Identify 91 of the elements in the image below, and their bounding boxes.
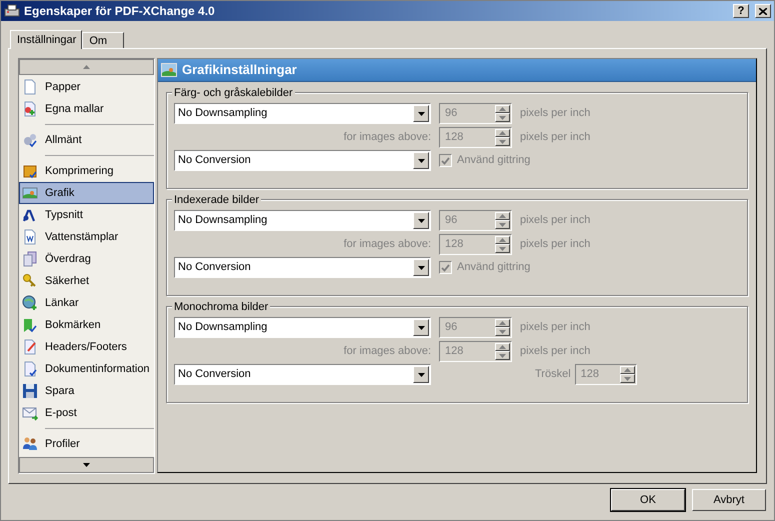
cancel-button[interactable]: Avbryt bbox=[692, 489, 766, 511]
bookmark-icon bbox=[22, 317, 38, 333]
sidebar-item[interactable]: Säkerhet bbox=[19, 270, 154, 292]
sidebar-item[interactable]: Headers/Footers bbox=[19, 336, 154, 358]
sidebar-item[interactable]: Dokumentinformation bbox=[19, 358, 154, 380]
up-arrow-icon bbox=[499, 345, 506, 349]
threshold-label: for images above: bbox=[342, 237, 431, 252]
window-title: Egenskaper för PDF-XChange 4.0 bbox=[24, 3, 216, 20]
up-arrow-icon bbox=[624, 368, 631, 372]
down-arrow-icon bbox=[499, 354, 506, 358]
tab[interactable]: Inställningar bbox=[10, 30, 82, 49]
threshold-label: for images above: bbox=[342, 130, 431, 146]
envelope-icon bbox=[22, 405, 38, 421]
down-arrow-icon bbox=[499, 140, 506, 144]
up-arrow-icon bbox=[499, 321, 506, 325]
unit-label: pixels per inch bbox=[520, 213, 590, 228]
caret-icon bbox=[418, 218, 424, 222]
checkbox-label: Använd gittring bbox=[457, 153, 530, 168]
sidebar-item[interactable]: Överdrag bbox=[19, 248, 154, 270]
dropdown[interactable]: No Conversion bbox=[174, 150, 431, 171]
group-title: Färg- och gråskalebilder bbox=[172, 85, 295, 102]
caret-icon bbox=[418, 158, 424, 162]
unit-label: pixels per inch bbox=[520, 320, 590, 336]
up-arrow-icon bbox=[499, 238, 506, 242]
down-arrow-icon bbox=[499, 116, 506, 120]
up-arrow-icon bbox=[499, 107, 506, 111]
down-arrow-icon bbox=[624, 376, 631, 380]
down-arrow-icon bbox=[83, 463, 90, 467]
dropdown-button[interactable] bbox=[413, 319, 429, 336]
unit-label: pixels per inch bbox=[520, 106, 590, 122]
close-icon bbox=[759, 8, 767, 14]
sidebar-item[interactable]: E-post bbox=[19, 402, 154, 424]
threshold-label: for images above: bbox=[342, 344, 431, 360]
sidebar-item[interactable]: Vattenstämplar bbox=[19, 226, 154, 248]
pages-icon bbox=[22, 251, 38, 267]
landscape-icon bbox=[161, 63, 177, 77]
help-button[interactable]: ? bbox=[733, 4, 749, 18]
document-icon bbox=[22, 229, 38, 245]
dropdown-button[interactable] bbox=[413, 366, 429, 383]
dropdown-button[interactable] bbox=[413, 105, 429, 122]
sidebar-item[interactable]: Länkar bbox=[19, 292, 154, 314]
sidebar-item[interactable]: Profiler bbox=[19, 433, 154, 455]
sidebar-item[interactable]: Egna mallar bbox=[19, 98, 154, 120]
sidebar-item[interactable]: Bokmärken bbox=[19, 314, 154, 336]
checkmark-icon bbox=[441, 264, 450, 272]
sidebar-item[interactable]: Allmänt bbox=[19, 129, 154, 151]
landscape-icon bbox=[22, 185, 38, 201]
page-check-icon bbox=[22, 361, 38, 377]
down-arrow-icon bbox=[499, 222, 506, 226]
dropdown[interactable]: No Downsampling bbox=[174, 317, 431, 338]
up-arrow-icon bbox=[83, 65, 90, 69]
box-icon bbox=[22, 163, 38, 179]
dropdown-button[interactable] bbox=[413, 212, 429, 229]
people-icon bbox=[22, 436, 38, 452]
up-arrow-icon bbox=[499, 131, 506, 135]
dropdown[interactable]: No Downsampling bbox=[174, 210, 431, 231]
sidebar-item[interactable]: Grafik bbox=[19, 182, 154, 204]
scroll-up-button[interactable] bbox=[19, 59, 154, 75]
page-heart-icon bbox=[22, 101, 38, 117]
sidebar-item[interactable]: Typsnitt bbox=[19, 204, 154, 226]
dropdown[interactable]: No Downsampling bbox=[174, 103, 431, 124]
sidebar-item[interactable]: Komprimering bbox=[19, 160, 154, 182]
caret-icon bbox=[418, 372, 424, 376]
checkbox-label: Använd gittring bbox=[457, 260, 530, 276]
checkmark-icon bbox=[441, 156, 450, 164]
dropdown[interactable]: No Conversion bbox=[174, 257, 431, 278]
dropdown-button[interactable] bbox=[413, 152, 429, 169]
page-pencil-icon bbox=[22, 339, 38, 355]
dropdown-button[interactable] bbox=[413, 259, 429, 276]
tab[interactable]: Om bbox=[82, 32, 124, 48]
ok-button[interactable]: OK bbox=[611, 489, 685, 511]
caret-icon bbox=[418, 112, 424, 116]
close-button[interactable] bbox=[755, 4, 771, 18]
caret-icon bbox=[418, 326, 424, 330]
caret-icon bbox=[418, 266, 424, 270]
sidebar-item[interactable]: Spara bbox=[19, 380, 154, 402]
unit-label: pixels per inch bbox=[520, 344, 590, 360]
globe-icon bbox=[22, 295, 38, 311]
page-icon bbox=[22, 79, 38, 95]
sidebar-item[interactable]: Papper bbox=[19, 76, 154, 98]
up-arrow-icon bbox=[499, 214, 506, 218]
dropdown[interactable]: No Conversion bbox=[174, 364, 431, 385]
key-icon bbox=[22, 273, 38, 289]
page-title: Grafikinställningar bbox=[182, 61, 297, 80]
unit-label: pixels per inch bbox=[520, 237, 590, 252]
scroll-down-button[interactable] bbox=[19, 457, 154, 473]
down-arrow-icon bbox=[499, 246, 506, 250]
threshold-label: Tröskel bbox=[535, 367, 571, 382]
down-arrow-icon bbox=[499, 330, 506, 334]
unit-label: pixels per inch bbox=[520, 130, 590, 146]
printer-icon bbox=[4, 3, 20, 19]
